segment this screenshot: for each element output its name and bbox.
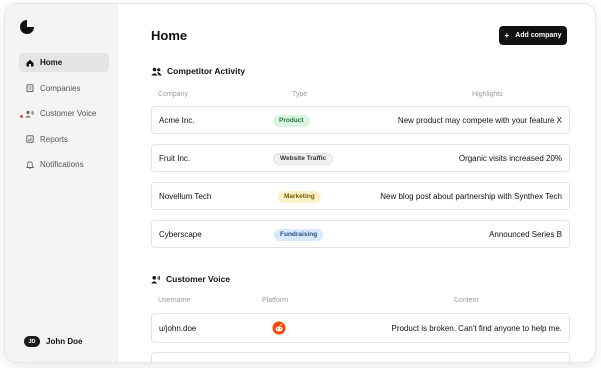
- sidebar-nav: Home Companies Customer Voice Reports No…: [19, 53, 109, 181]
- sidebar-item-customer-voice[interactable]: Customer Voice: [19, 104, 109, 123]
- avatar: JD: [24, 336, 40, 347]
- users-icon: [151, 67, 162, 75]
- sidebar-item-notifications[interactable]: Notifications: [19, 155, 109, 174]
- reddit-icon: [272, 321, 286, 335]
- column-header-content: Content: [454, 297, 479, 304]
- section-title: Customer Voice: [166, 274, 231, 284]
- company-name: Cyberscape: [159, 230, 202, 239]
- type-badge: Product: [273, 114, 310, 127]
- sidebar-item-label: Home: [40, 58, 63, 67]
- add-company-label: Add company: [515, 32, 562, 39]
- customer-voice-icon: [151, 275, 161, 283]
- table-row[interactable]: Novellum Tech Marketing New blog post ab…: [151, 182, 570, 210]
- column-header-username: Username: [158, 297, 191, 304]
- user-profile[interactable]: JD John Doe: [24, 336, 82, 347]
- table-row[interactable]: u/john.doe Product is broken. Can't find…: [151, 313, 570, 343]
- table-row[interactable]: Fruit Inc. Website Traffic Organic visit…: [151, 144, 570, 172]
- sidebar-item-label: Reports: [40, 134, 69, 144]
- app-window: Home Companies Customer Voice Reports No…: [5, 4, 595, 362]
- user-name: John Doe: [46, 337, 83, 346]
- content-text: Product is broken. Can't find anyone to …: [391, 324, 562, 333]
- highlight-text: New blog post about partnership with Syn…: [380, 192, 562, 201]
- app-logo-icon[interactable]: [20, 20, 34, 34]
- sidebar-item-reports[interactable]: Reports: [19, 130, 109, 149]
- add-company-button[interactable]: + Add company: [499, 26, 567, 45]
- sidebar-item-label: Companies: [40, 83, 81, 93]
- type-badge: Website Traffic: [273, 152, 334, 165]
- page-title: Home: [151, 28, 188, 43]
- main-content: Home + Add company Competitor Activity C…: [118, 4, 595, 362]
- column-header-platform: Platform: [262, 297, 289, 304]
- customer-voice-heading: Customer Voice: [151, 274, 230, 284]
- highlight-text: New product may compete with your featur…: [397, 116, 562, 125]
- sidebar-item-label: Customer Voice: [40, 109, 97, 118]
- type-badge: Fundraising: [274, 228, 324, 241]
- home-icon: [25, 58, 34, 67]
- table-row[interactable]: Acme Inc. Product New product may compet…: [151, 106, 570, 134]
- sidebar-item-home[interactable]: Home: [19, 53, 109, 72]
- sidebar: Home Companies Customer Voice Reports No…: [5, 4, 118, 362]
- companies-icon: [25, 84, 34, 93]
- table-row[interactable]: Cyberscape Fundraising Announced Series …: [151, 220, 570, 248]
- company-name: Acme Inc.: [159, 116, 195, 125]
- highlight-text: Organic visits increased 20%: [458, 154, 562, 163]
- username: u/john.doe: [159, 324, 197, 333]
- column-header-highlights: Highlights: [472, 91, 503, 98]
- section-title: Competitor Activity: [167, 66, 246, 76]
- bell-icon: [25, 160, 34, 169]
- type-badge: Marketing: [278, 190, 321, 203]
- sidebar-item-companies[interactable]: Companies: [19, 79, 109, 98]
- competitor-activity-heading: Competitor Activity: [151, 66, 245, 76]
- column-header-company: Company: [158, 91, 188, 98]
- customer-voice-icon: [25, 109, 34, 118]
- plus-icon: +: [504, 31, 510, 40]
- column-header-type: Type: [292, 91, 308, 98]
- table-row[interactable]: [151, 352, 570, 362]
- highlight-text: Announced Series B: [489, 230, 562, 239]
- company-name: Fruit Inc.: [159, 154, 191, 163]
- reports-icon: [25, 135, 34, 144]
- alert-dot: [20, 115, 23, 118]
- sidebar-item-label: Notifications: [40, 160, 84, 169]
- company-name: Novellum Tech: [159, 192, 212, 201]
